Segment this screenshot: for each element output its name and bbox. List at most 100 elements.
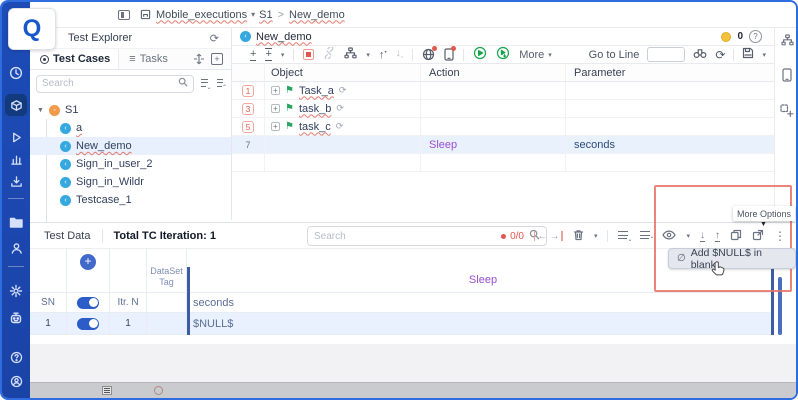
save-icon[interactable] — [742, 47, 754, 62]
add-testcase-icon[interactable]: + — [211, 53, 223, 65]
help-icon[interactable] — [2, 351, 30, 364]
web-objects-icon[interactable] — [422, 48, 435, 61]
files-folder-icon[interactable] — [2, 216, 30, 229]
add-step-above-icon[interactable]: + — [250, 49, 256, 61]
collapse-tree-icon[interactable] — [193, 53, 205, 65]
data-row[interactable]: 1 1 $NULL$ — [30, 313, 774, 335]
chevron-down-icon[interactable]: ▾ — [251, 10, 255, 19]
add-null-menu-item[interactable]: ∅ Add $NULL$ in blank — [668, 248, 796, 269]
action-cell[interactable] — [420, 82, 565, 99]
delete-row-icon[interactable] — [573, 229, 584, 244]
explorer-search-input[interactable] — [42, 78, 174, 89]
step-row-selected[interactable]: 7 Sleep seconds — [232, 136, 774, 154]
run-with-data-icon[interactable] — [496, 46, 510, 63]
history-clock-icon[interactable] — [2, 66, 30, 80]
column-header-object[interactable]: Object — [264, 64, 420, 81]
expand-all-icon[interactable]: ⌃ — [217, 78, 226, 90]
expand-task-icon[interactable]: + — [271, 122, 280, 131]
tab-test-cases[interactable]: Test Cases — [30, 49, 119, 69]
device-objects-icon[interactable] — [444, 48, 454, 61]
move-step-up-icon[interactable]: ↑▪ — [379, 49, 387, 61]
tree-node-testcase[interactable]: ‹ Testcase_1 — [30, 191, 231, 209]
expand-task-icon[interactable]: + — [271, 104, 280, 113]
chevron-down-icon[interactable]: ▾ — [594, 232, 598, 240]
users-person-icon[interactable] — [2, 242, 30, 255]
next-match-icon[interactable]: → — [549, 231, 559, 242]
tree-node-testcase[interactable]: ‹ Sign_in_user_2 — [30, 155, 231, 173]
settings-gear-icon[interactable] — [2, 284, 30, 298]
chevron-down-icon[interactable]: ▾ — [281, 51, 285, 59]
object-cell[interactable] — [264, 136, 420, 153]
tab-new-demo[interactable]: ‹ New_demo — [240, 31, 312, 43]
action-cell[interactable]: Sleep — [420, 136, 565, 153]
column-header-parameter[interactable]: Parameter — [565, 64, 774, 81]
dataset-tag-value[interactable] — [147, 313, 187, 335]
prev-match-icon[interactable]: ← — [537, 231, 547, 242]
expand-task-icon[interactable]: + — [271, 86, 280, 95]
step-row[interactable]: 3 + ⚑ task_b ⟳ — [232, 100, 774, 118]
step-row[interactable]: 1 + ⚑ Task_a ⟳ — [232, 82, 774, 100]
task-name[interactable]: task_b — [299, 103, 331, 115]
enable-all-toggle[interactable] — [77, 297, 99, 309]
parameter-cell[interactable] — [565, 100, 774, 117]
object-repository-icon[interactable] — [775, 34, 798, 46]
data-value-cell[interactable]: $NULL$ — [187, 313, 774, 335]
sync-icon[interactable]: ⟳ — [339, 85, 347, 96]
tree-node-testcase[interactable]: ‹ a — [30, 119, 231, 137]
status-record-icon[interactable] — [154, 386, 163, 395]
package-icon[interactable] — [5, 99, 27, 112]
add-step-below-icon[interactable]: + — [265, 48, 271, 61]
warning-dot-icon[interactable] — [721, 32, 731, 42]
tree-node-testcase[interactable]: ‹ Sign_in_Wildr — [30, 173, 231, 191]
parameter-cell[interactable] — [565, 118, 774, 135]
refresh-icon[interactable]: ⟳ — [210, 32, 219, 45]
move-step-down-icon[interactable]: ↓▫ — [396, 47, 404, 61]
tab-tasks[interactable]: ≡ Tasks — [119, 53, 178, 65]
refresh-icon[interactable]: ⟳ — [715, 48, 725, 62]
device-viewer-icon[interactable] — [775, 68, 798, 82]
action-cell[interactable] — [420, 118, 565, 135]
bot-robot-icon[interactable] — [2, 311, 30, 325]
task-name[interactable]: task_c — [299, 121, 331, 133]
tree-node-suite[interactable]: ▼ ◦ S1 — [30, 101, 231, 119]
row-enable-toggle[interactable] — [77, 318, 99, 330]
more-menu-button[interactable]: More ▾ — [519, 49, 552, 61]
collapse-all-icon[interactable]: ⌄ — [201, 78, 210, 90]
column-header-action[interactable]: Action — [420, 64, 565, 81]
goto-line-input[interactable] — [647, 47, 685, 62]
chevron-down-icon[interactable]: ▾ — [366, 51, 370, 59]
sync-icon[interactable]: ⟳ — [336, 121, 344, 132]
unlink-icon[interactable] — [323, 47, 335, 62]
caret-down-icon[interactable]: ▼ — [37, 107, 44, 114]
sync-icon[interactable]: ⟳ — [336, 103, 344, 114]
breadcrumb-suite[interactable]: S1 — [259, 9, 272, 21]
status-list-icon[interactable] — [102, 386, 112, 395]
find-binoculars-icon[interactable] — [693, 47, 707, 62]
step-row-empty[interactable] — [232, 154, 774, 172]
test-data-search-input[interactable] — [314, 231, 529, 242]
expand-rows-icon[interactable]: ⌃ — [640, 230, 652, 242]
chevron-down-icon[interactable]: ▾ — [762, 51, 766, 59]
step-row[interactable]: 5 + ⚑ task_c ⟳ — [232, 118, 774, 136]
delete-step-icon[interactable] — [303, 49, 314, 60]
task-name[interactable]: Task_a — [299, 85, 334, 97]
parameter-cell[interactable]: seconds — [565, 136, 774, 153]
panel-toggle-icon[interactable] — [118, 10, 130, 20]
tree-node-testcase-selected[interactable]: ‹ New_demo — [30, 137, 231, 155]
breadcrumb-project[interactable]: Mobile_executions — [156, 9, 247, 21]
collapse-rows-icon[interactable]: ⌄ — [618, 230, 630, 242]
parameter-cell[interactable] — [565, 82, 774, 99]
add-iteration-button[interactable]: + — [80, 254, 96, 270]
add-object-icon[interactable] — [775, 104, 798, 118]
flow-hierarchy-icon[interactable] — [344, 47, 357, 62]
import-download-icon[interactable] — [2, 175, 30, 188]
account-avatar-icon[interactable] — [2, 375, 30, 388]
action-cell[interactable] — [420, 100, 565, 117]
run-icon[interactable] — [473, 46, 487, 63]
help-icon[interactable]: ? — [749, 30, 762, 43]
reports-chart-icon[interactable] — [2, 153, 30, 166]
run-play-icon[interactable] — [2, 131, 30, 144]
search-icon[interactable] — [178, 77, 188, 90]
field-header-cell[interactable]: seconds — [187, 293, 774, 313]
app-logo[interactable]: Q — [8, 8, 56, 50]
